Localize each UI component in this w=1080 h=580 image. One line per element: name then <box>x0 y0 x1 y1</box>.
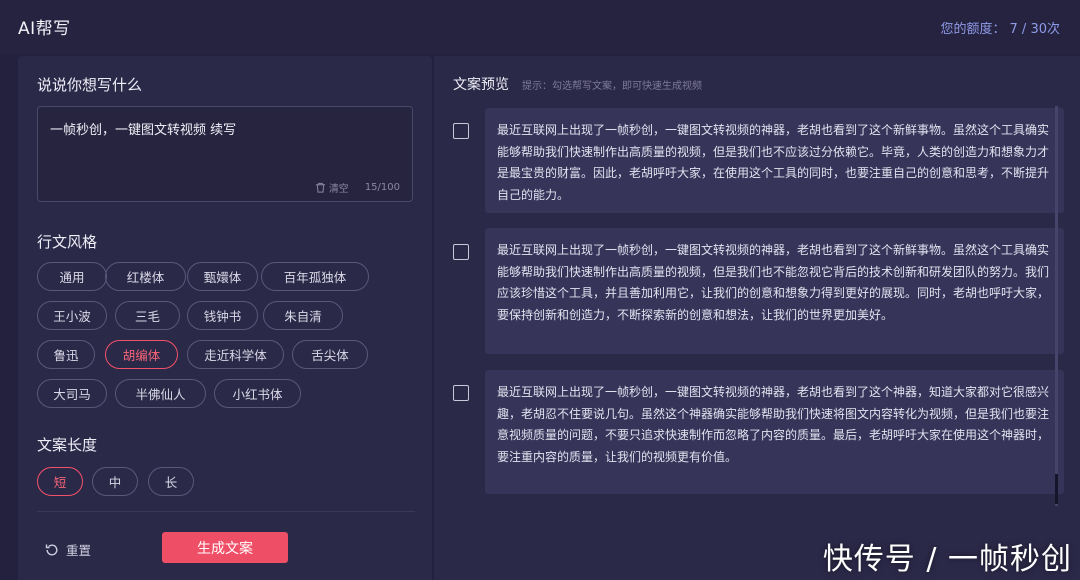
style-option[interactable]: 三毛 <box>115 301 180 330</box>
copy-card[interactable]: 最近互联网上出现了一帧秒创，一键图文转视频的神器，老胡也看到了这个神器，知道大家… <box>485 370 1064 494</box>
style-option[interactable]: 朱自清 <box>263 301 343 330</box>
top-bar: AI帮写 您的额度： 7 / 30次 <box>0 0 1080 54</box>
style-option[interactable]: 王小波 <box>37 301 107 330</box>
input-section-title: 说说你想写什么 <box>37 76 143 94</box>
reset-button[interactable]: 重置 <box>44 540 91 559</box>
style-option[interactable]: 胡编体 <box>105 340 178 369</box>
clear-button[interactable]: 清空 <box>315 180 349 195</box>
length-section-title: 文案长度 <box>37 436 98 454</box>
length-option[interactable]: 长 <box>148 467 194 496</box>
right-panel: 文案预览 提示：勾选帮写文案，即可快速生成视频 最近互联网上出现了一帧秒创，一键… <box>434 56 1080 580</box>
reset-icon <box>45 543 58 555</box>
prompt-text[interactable]: 一帧秒创，一键图文转视频 续写 <box>50 119 236 138</box>
style-option[interactable]: 鲁迅 <box>37 340 95 369</box>
quota-value: 7 / 30次 <box>1009 22 1060 37</box>
style-option[interactable]: 半佛仙人 <box>115 379 206 408</box>
style-option[interactable]: 大司马 <box>37 379 107 408</box>
length-option[interactable]: 中 <box>92 467 138 496</box>
copy-card[interactable]: 最近互联网上出现了一帧秒创，一键图文转视频的神器，老胡也看到了这个新鲜事物。虽然… <box>485 228 1064 354</box>
style-option[interactable]: 通用 <box>37 262 107 291</box>
prompt-textarea[interactable]: 一帧秒创，一键图文转视频 续写 清空 15/100 <box>37 106 413 202</box>
scrollbar-thumb[interactable] <box>1055 474 1058 504</box>
app-title: AI帮写 <box>18 19 71 39</box>
quota-indicator: 您的额度： 7 / 30次 <box>941 18 1060 37</box>
scrollbar-track[interactable] <box>1055 106 1058 506</box>
watermark: 快传号 / 一帧秒创 <box>822 542 1072 577</box>
copy-card[interactable]: 最近互联网上出现了一帧秒创，一键图文转视频的神器，老胡也看到了这个新鲜事物。虽然… <box>485 108 1064 213</box>
preview-title: 文案预览 <box>453 77 509 93</box>
generate-button[interactable]: 生成文案 <box>162 532 288 563</box>
style-option[interactable]: 舌尖体 <box>292 340 368 369</box>
style-option[interactable]: 红楼体 <box>105 262 186 291</box>
length-option[interactable]: 短 <box>37 467 83 496</box>
left-panel: 说说你想写什么 一帧秒创，一键图文转视频 续写 清空 15/100 行文风格 通… <box>18 56 432 580</box>
style-option[interactable]: 甄嬛体 <box>187 262 258 291</box>
style-option[interactable]: 钱钟书 <box>187 301 258 330</box>
card-checkbox-3[interactable] <box>453 385 469 401</box>
input-meta: 清空 15/100 <box>315 180 400 195</box>
style-option[interactable]: 走近科学体 <box>187 340 284 369</box>
preview-hint: 提示：勾选帮写文案，即可快速生成视频 <box>522 81 702 92</box>
card-checkbox-2[interactable] <box>453 244 469 260</box>
reset-label: 重置 <box>66 543 92 558</box>
quota-label: 您的额度： <box>940 22 1006 37</box>
card-checkbox-1[interactable] <box>453 123 469 139</box>
divider <box>37 511 415 512</box>
style-option[interactable]: 小红书体 <box>214 379 301 408</box>
char-counter: 15/100 <box>364 182 400 193</box>
style-option[interactable]: 百年孤独体 <box>261 262 369 291</box>
trash-icon <box>315 182 325 193</box>
clear-label: 清空 <box>328 184 349 195</box>
style-section-title: 行文风格 <box>37 233 98 251</box>
